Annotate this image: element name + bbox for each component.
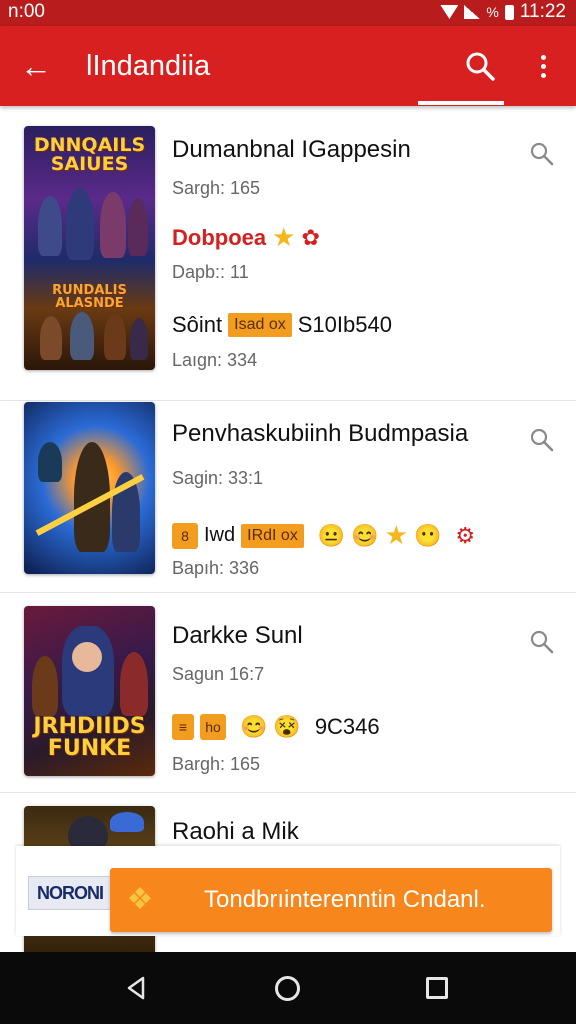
stats-value: 9C346 — [314, 714, 380, 739]
status-time-right: 11:22 — [519, 1, 566, 22]
battery-icon — [504, 4, 514, 20]
item-meta: Laıgn: 334 — [172, 350, 258, 370]
item-meta: Sagin: 33:1 — [172, 468, 264, 488]
list-badge-icon: ≡ — [172, 714, 194, 740]
list-item[interactable]: JRHDIIDS FUNKE Darkke Sunl Sagun 16:7 ≡ … — [0, 592, 576, 792]
item-name: Penvhaskubiinh Budmpasia — [172, 420, 469, 447]
search-icon[interactable] — [528, 426, 556, 454]
more-vert-icon[interactable] — [530, 48, 556, 84]
item-name: Raohi a Mik — [172, 818, 299, 845]
battery-percent: % — [486, 4, 499, 20]
smile-emoji-icon: 😊 — [351, 522, 379, 548]
cover-image[interactable] — [24, 402, 155, 574]
status-bar: n:00 % 11:22 — [0, 0, 576, 26]
nav-back-icon[interactable] — [124, 976, 148, 1000]
stats-label: Sôint — [172, 312, 223, 337]
nav-home-icon[interactable] — [275, 976, 300, 1001]
emblem-icon: ❖ — [126, 883, 154, 916]
arrow-left-icon[interactable]: ← — [18, 48, 54, 84]
search-icon[interactable] — [462, 48, 498, 84]
item-name: Darkke Sunl — [172, 622, 303, 649]
stats-value: S10Ib540 — [297, 312, 392, 337]
search-icon[interactable] — [528, 140, 556, 168]
item-name: Dumanbnal IGappesin — [172, 136, 411, 163]
face-emoji-icon: 😐 — [317, 522, 346, 548]
cover-title-text: JRHDIIDS FUNKE — [33, 714, 146, 761]
signal-icon — [464, 5, 481, 19]
status-icons: % 11:22 — [440, 1, 566, 23]
item-genre: Dobpoea — [172, 224, 267, 250]
search-tab-indicator — [418, 101, 504, 105]
system-nav-bar — [0, 952, 576, 1024]
ad-cta-button[interactable]: ❖ Tondbrıinterenntin Cndanl. — [110, 868, 552, 932]
cover-image[interactable]: DNNQAILS SAIUES RUNDALIS ALASNDE — [24, 126, 155, 370]
star-icon: ★ — [384, 520, 408, 550]
item-meta: Bargh: 165 — [172, 754, 261, 774]
red-badge-icon: ✿ — [301, 224, 320, 250]
status-time-left: n:00 — [8, 1, 45, 22]
app-bar: ← lIndandiia — [0, 26, 576, 106]
star-icon: ★ — [272, 222, 296, 252]
item-meta: Sagun 16:7 — [172, 664, 265, 684]
cover-title-text: DNNQAILS SAIUES — [33, 134, 146, 175]
ad-cta-label: Tondbrıinterenntin Cndanl. — [204, 886, 486, 913]
stats-row: 8 Iwd IRdI ox 😐 😊 ★ 😶 ⚙ — [172, 520, 475, 551]
item-meta: Dapb:: 11 — [172, 262, 249, 282]
list-item[interactable]: DNNQAILS SAIUES RUNDALIS ALASNDE Dumanbn… — [0, 106, 576, 400]
face-emoji-icon: 😵 — [273, 714, 301, 739]
ad-logo: NORONI — [28, 876, 112, 910]
list-item[interactable]: Penvhaskubiinh Budmpasia Sagin: 33:1 8 I… — [0, 400, 576, 592]
item-meta: Sargh: 165 — [172, 178, 261, 198]
nav-recents-icon[interactable] — [426, 977, 448, 999]
ad-banner[interactable]: NORONI ❖ Tondbrıinterenntin Cndanl. — [16, 846, 560, 936]
search-icon[interactable] — [528, 628, 556, 656]
page-title: lIndandiia — [86, 50, 211, 82]
wifi-icon — [440, 5, 459, 19]
cover-image[interactable]: JRHDIIDS FUNKE — [24, 606, 155, 776]
item-meta: Bapıh: 336 — [172, 558, 260, 578]
gear-icon: ⚙ — [455, 522, 476, 548]
square-badge: 8 — [172, 522, 198, 549]
square-badge: ho — [200, 714, 226, 740]
stats-row: ≡ ho 😊 😵 9C346 — [172, 714, 380, 740]
cover-subtitle-text: RUNDALIS ALASNDE — [52, 283, 127, 311]
face-emoji-icon: 😶 — [413, 522, 442, 548]
genre-row: Dobpoea ★ ✿ — [172, 222, 320, 253]
rating-badge: IRdI ox — [241, 523, 304, 548]
rating-badge: Isad ox — [228, 313, 292, 337]
stats-row: Sôint Isad ox S10Ib540 — [172, 312, 392, 338]
stats-label: Iwd — [204, 524, 236, 546]
smile-emoji-icon: 😊 — [240, 714, 268, 739]
